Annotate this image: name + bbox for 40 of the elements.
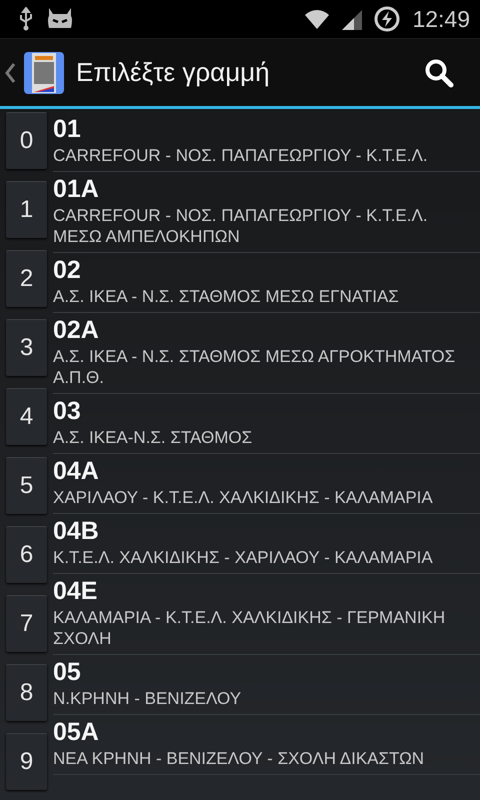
clock: 12:49 [412,6,470,32]
wifi-icon [304,8,330,30]
route-text[interactable]: CARREFOUR - ΝΟΣ. ΠΑΠΑΓΕΩΡΓΙΟΥ - Κ.Τ.Ε.Λ. ΜΕΣΩ ΑΜΠΕΛΟΚΗΠΩΝ [53,205,480,247]
route-text[interactable]: ΚΑΛΑΜΑΡΙΑ - Κ.Τ.Ε.Λ. ΧΑΛΚΙΔΙΚΗΣ - ΓΕΡΜΑΝΙΚΗ ΣΧΟΛΗ [53,607,480,649]
index-button[interactable]: 7 [6,595,47,652]
route-text[interactable]: Κ.Τ.Ε.Λ. ΧΑΛΚΙΔΙΚΗΣ - ΧΑΡΙΛΑΟΥ - ΚΑΛΑΜΑΡΙΑ [53,547,480,568]
index-button[interactable]: 2 [6,250,47,307]
robot-icon [46,8,74,30]
route-text[interactable]: Α.Σ. ΙΚΕΑ-Ν.Σ. ΣΤΑΘΜΟΣ [53,427,480,448]
index-button[interactable]: 1 [6,181,47,238]
index-button[interactable]: 3 [6,319,47,376]
index-button[interactable]: 0 [6,112,47,169]
line-number[interactable]: 04B [53,517,480,545]
back-caret-icon[interactable] [4,62,16,82]
index-button[interactable]: 4 [6,388,47,445]
line-number[interactable]: 04A [53,457,480,485]
line-number[interactable]: 05A [53,718,480,746]
line-number[interactable]: 02 [53,256,480,284]
route-text[interactable]: CARREFOUR - ΝΟΣ. ΠΑΠΑΓΕΩΡΓΙΟΥ - Κ.Τ.Ε.Λ. [53,145,480,166]
route-text[interactable]: ΧΑΡΙΛΑΟΥ - Κ.Τ.Ε.Λ. ΧΑΛΚΙΔΙΚΗΣ - ΚΑΛΑΜΑΡΙΑ [53,487,480,508]
line-number[interactable]: 03 [53,397,480,425]
line-number[interactable]: 04E [53,577,480,605]
signal-icon [342,8,362,30]
line-number[interactable]: 02A [53,316,480,344]
index-button[interactable]: 6 [6,526,47,583]
line-number[interactable]: 05 [53,658,480,686]
search-icon[interactable] [424,58,454,88]
line-number[interactable]: 01 [53,115,480,143]
line-number[interactable]: 01A [53,175,480,203]
route-text[interactable]: Α.Σ. ΙΚΕΑ - Ν.Σ. ΣΤΑΘΜΟΣ ΜΕΣΩ ΑΓΡΟΚΤΗΜΑΤΟΣ Α.Π.Θ. [53,346,480,388]
route-text[interactable]: Ν.ΚΡΗΝΗ - ΒΕΝΙΖΕΛΟΥ [53,688,480,709]
app-icon[interactable] [24,52,64,94]
usb-icon [18,7,34,31]
index-button[interactable]: 5 [6,457,47,514]
index-button[interactable]: 8 [6,664,47,721]
route-text[interactable]: Α.Σ. ΙΚΕΑ - Ν.Σ. ΣΤΑΘΜΟΣ ΜΕΣΩ ΕΓΝΑΤΙΑΣ [53,286,480,307]
charging-icon [374,6,400,32]
route-text[interactable]: ΝΕΑ ΚΡΗΝΗ - ΒΕΝΙΖΕΛΟΥ - ΣΧΟΛΗ ΔΙΚΑΣΤΩΝ [53,748,480,769]
screen-title: Επιλέξτε γραμμή [76,57,271,88]
index-button[interactable]: 9 [6,733,47,790]
